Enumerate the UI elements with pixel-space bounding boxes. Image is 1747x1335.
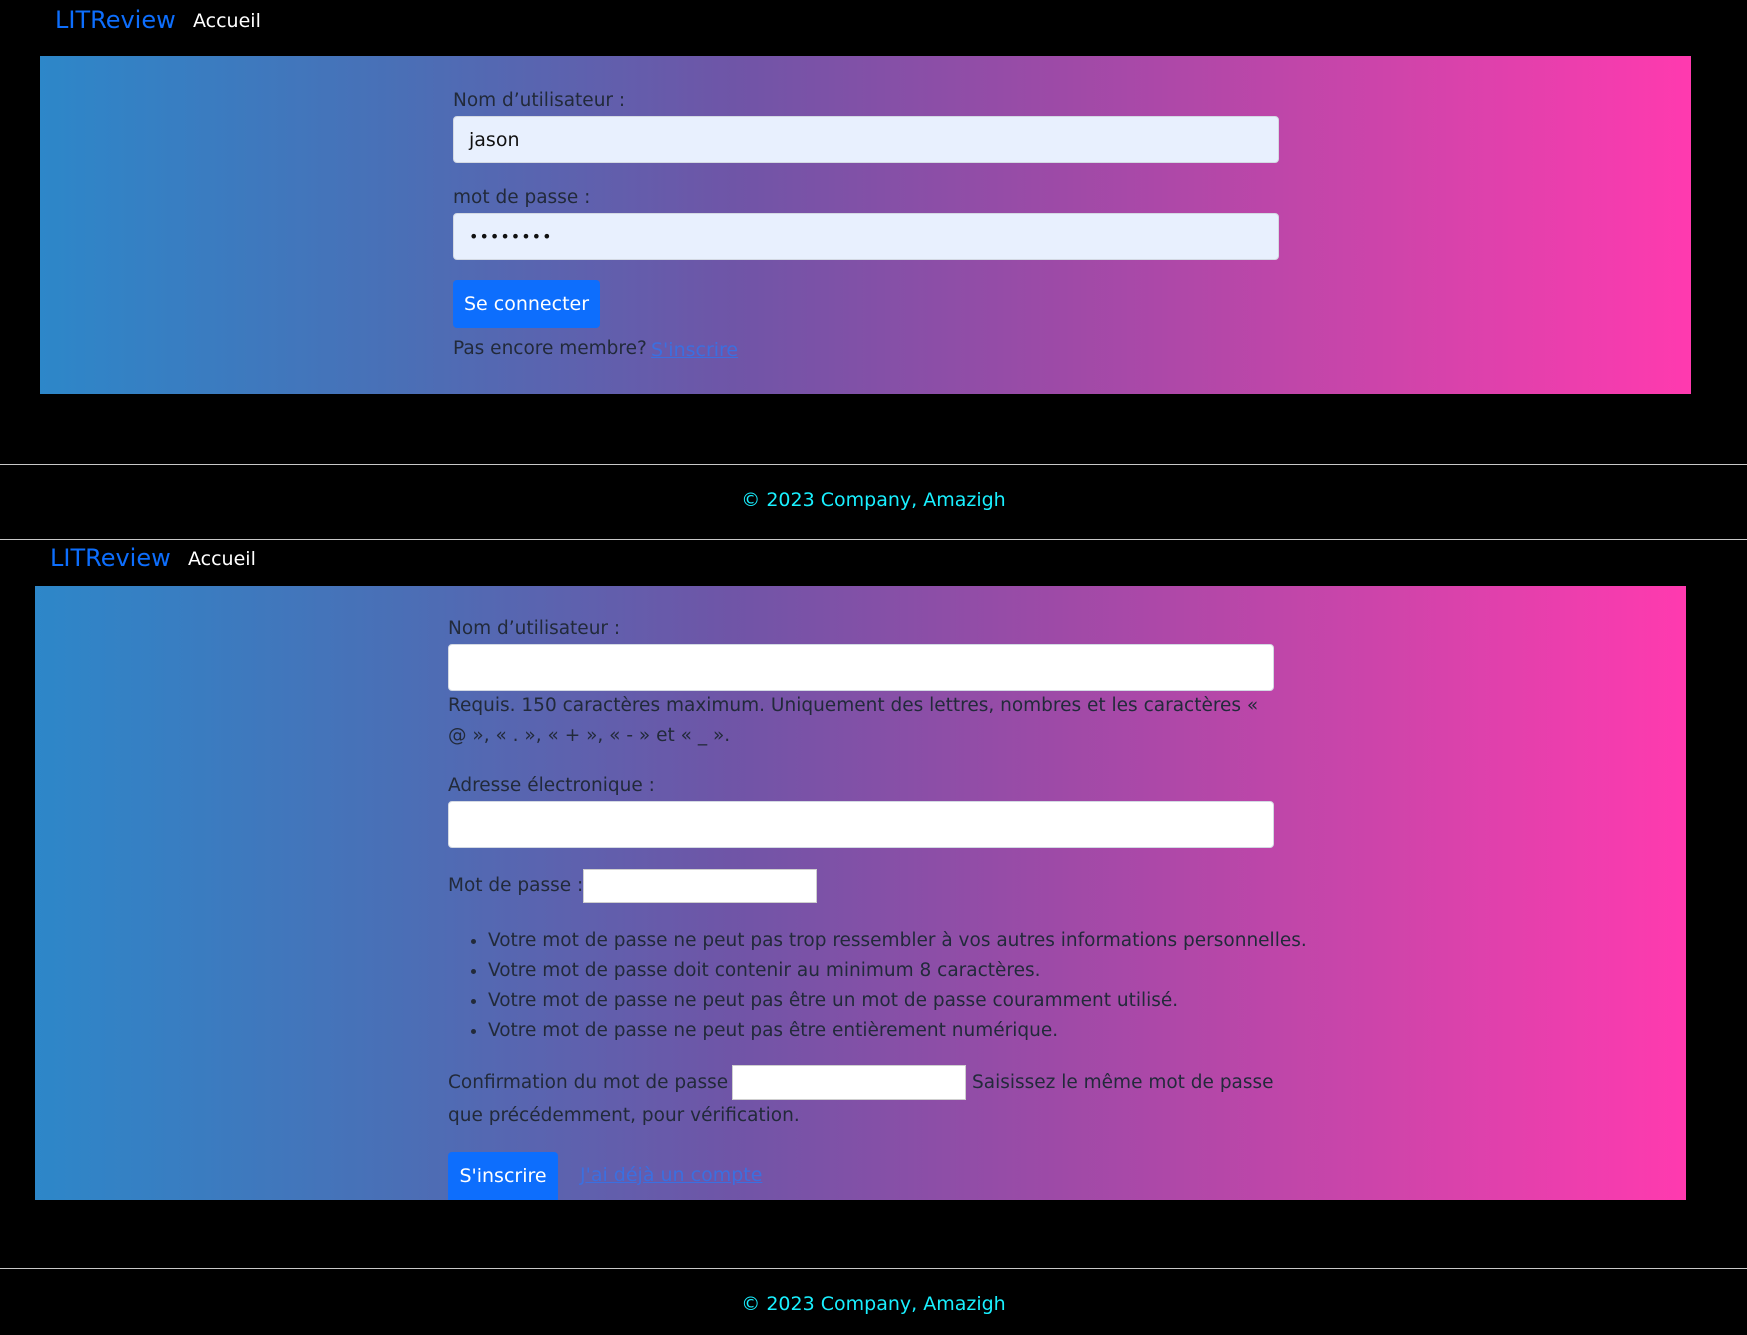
confirm-password-input[interactable] (732, 1065, 966, 1100)
password-rule: Votre mot de passe ne peut pas être un m… (488, 986, 1307, 1016)
login-button[interactable]: Se connecter (453, 280, 600, 328)
signup-button[interactable]: S'inscrire (448, 1152, 558, 1200)
email-label: Adresse électronique : (448, 775, 655, 796)
password-rule: Votre mot de passe ne peut pas être enti… (488, 1016, 1307, 1046)
password-rule: Votre mot de passe doit contenir au mini… (488, 956, 1307, 986)
confirm-password-help-2: que précédemment, pour vérification. (448, 1105, 800, 1126)
nav-home-link[interactable]: Accueil (193, 10, 261, 32)
username-value: jason (469, 128, 520, 151)
signup-prompt: Pas encore membre? (453, 338, 647, 359)
password-value: •••••••• (469, 227, 553, 246)
confirm-password-label: Confirmation du mot de passe : (448, 1072, 741, 1093)
footer: © 2023 Company, Amazigh (0, 464, 1747, 540)
signup-form-panel: Nom d’utilisateur : Requis. 150 caractèr… (35, 586, 1686, 1200)
footer-copyright: © 2023 Company, Amazigh (741, 489, 1006, 511)
username-help-text: Requis. 150 caractères maximum. Uniqueme… (448, 695, 1259, 746)
password-rule: Votre mot de passe ne peut pas trop ress… (488, 926, 1307, 956)
password-label: Mot de passe : (448, 875, 584, 896)
login-page: LITReview Accueil Nom d’utilisateur : ja… (0, 0, 1747, 540)
password-label: mot de passe : (453, 187, 591, 208)
username-label: Nom d’utilisateur : (453, 90, 626, 111)
navbar: LITReview Accueil (0, 538, 1747, 583)
confirm-password-help-1: Saisissez le même mot de passe (972, 1072, 1274, 1093)
username-input[interactable]: jason (453, 116, 1279, 163)
username-label: Nom d’utilisateur : (448, 618, 621, 639)
footer: © 2023 Company, Amazigh (0, 1268, 1747, 1335)
signup-page: LITReview Accueil Nom d’utilisateur : Re… (0, 538, 1747, 1334)
footer-copyright: © 2023 Company, Amazigh (741, 1293, 1006, 1315)
password-input[interactable] (583, 869, 817, 903)
login-form-panel: Nom d’utilisateur : jason mot de passe :… (40, 56, 1691, 394)
signup-link[interactable]: S'inscrire (651, 339, 738, 361)
login-link[interactable]: J'ai déjà un compte (580, 1164, 762, 1186)
email-input[interactable] (448, 801, 1274, 848)
username-input[interactable] (448, 644, 1274, 691)
password-rules-list: Votre mot de passe ne peut pas trop ress… (448, 926, 1307, 1046)
navbar: LITReview Accueil (0, 0, 1747, 45)
password-input[interactable]: •••••••• (453, 213, 1279, 260)
nav-home-link[interactable]: Accueil (188, 548, 256, 570)
brand-logo[interactable]: LITReview (50, 544, 171, 572)
brand-logo[interactable]: LITReview (55, 6, 176, 34)
